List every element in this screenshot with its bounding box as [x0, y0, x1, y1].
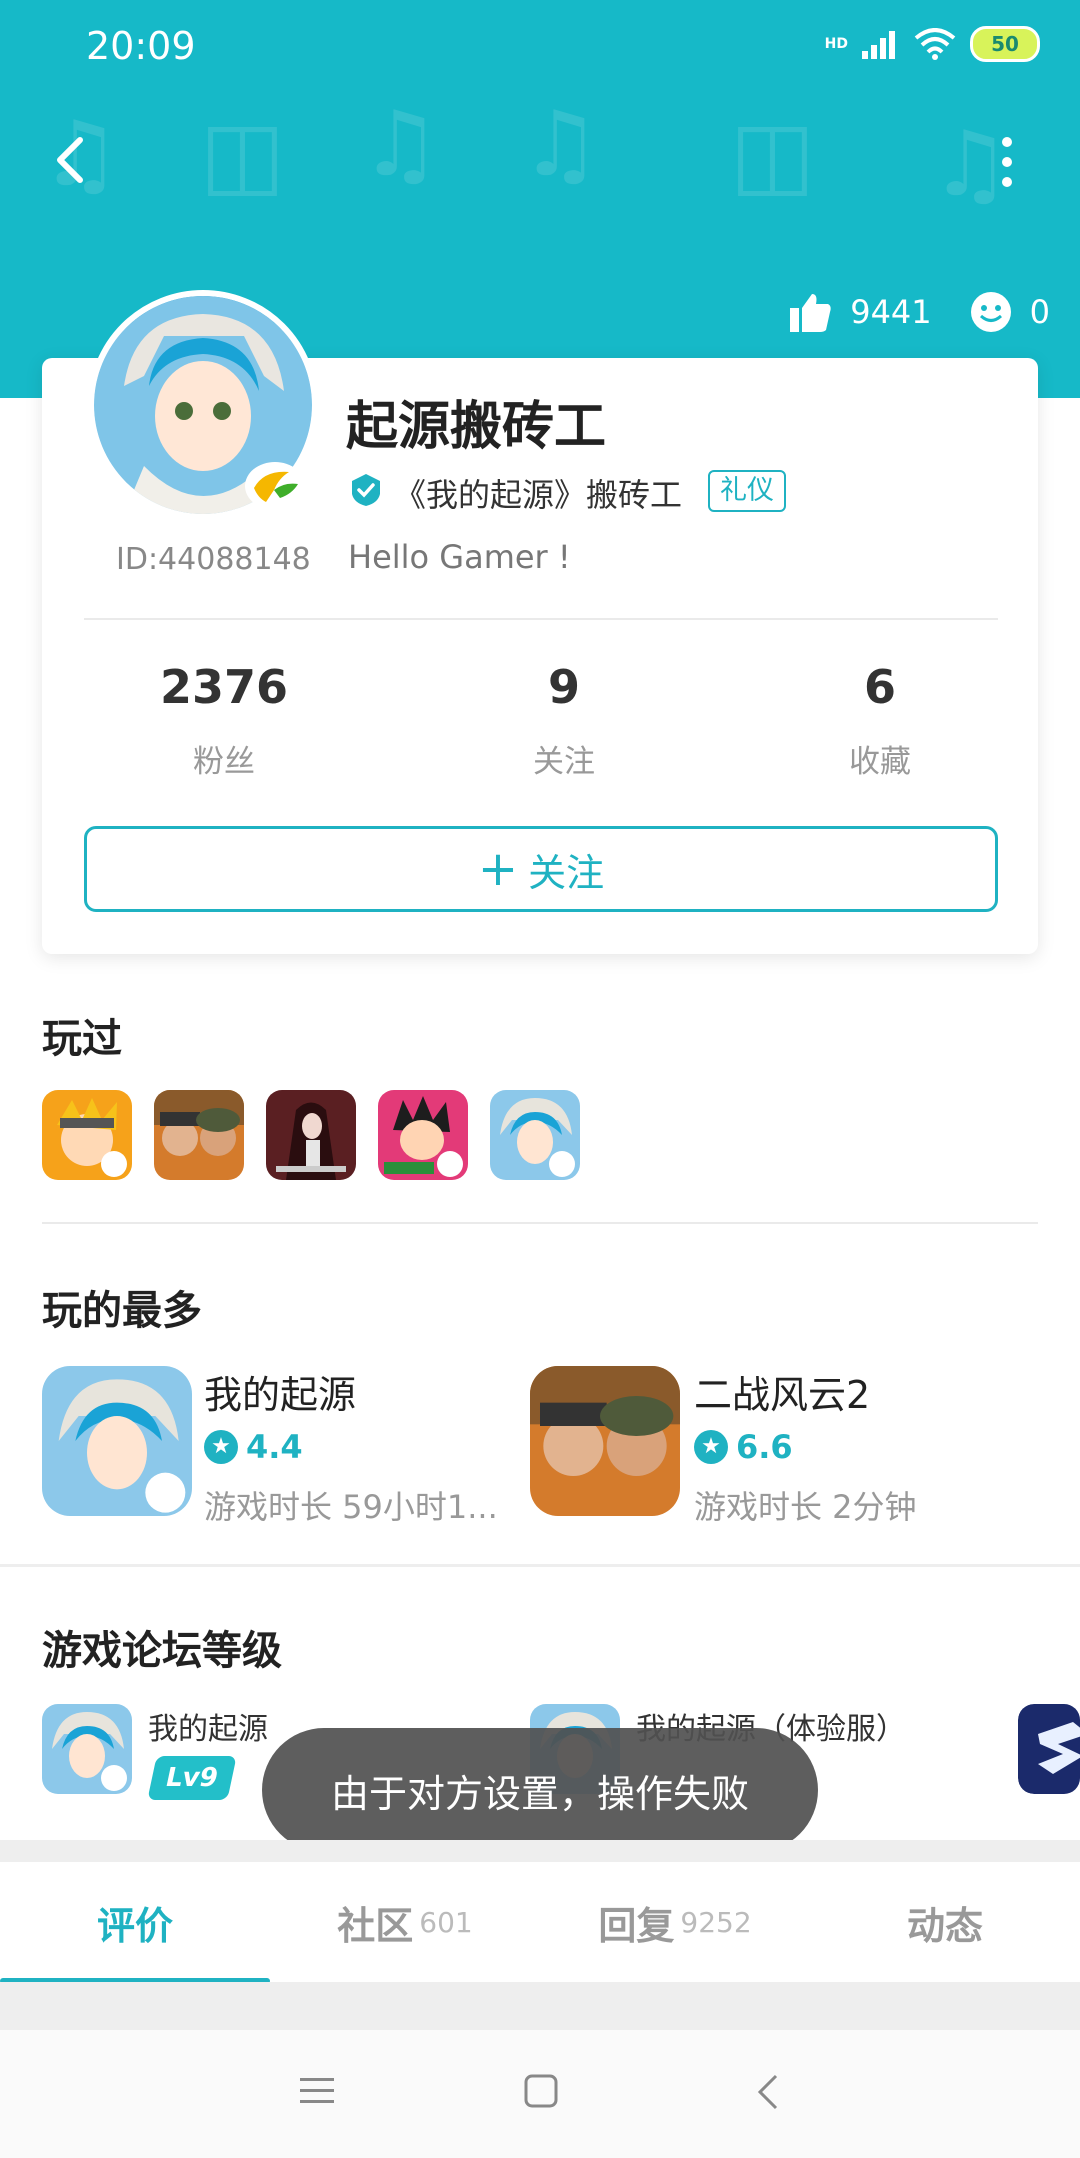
section-divider [42, 1222, 1038, 1224]
tab-count: 601 [419, 1905, 473, 1939]
system-nav-bar [0, 2030, 1080, 2158]
most-played-duration-1: 游戏时长 59小时1... [204, 1488, 498, 1526]
user-tag[interactable]: 礼仪 [708, 470, 786, 512]
more-menu-icon[interactable] [992, 132, 1022, 192]
plus-icon: + [477, 841, 519, 897]
naruto-game-icon[interactable] [42, 1090, 132, 1180]
fans-count[interactable]: 2376 [104, 660, 344, 714]
most-played-game-icon-2[interactable] [530, 1366, 680, 1516]
battery-icon: 50 [970, 26, 1040, 62]
most-played-section-title: 玩的最多 [42, 1288, 202, 1334]
tencent-badge-icon [245, 462, 305, 510]
forum-game-icon-3[interactable] [1018, 1704, 1080, 1794]
favorites-label[interactable]: 收藏 [760, 736, 1000, 781]
ww2-game-icon[interactable] [154, 1090, 244, 1180]
menu-icon[interactable] [300, 2076, 334, 2106]
rating-value: 4.4 [246, 1428, 303, 1466]
signal-icon [862, 31, 895, 59]
tab-label: 社区 [337, 1903, 414, 1948]
status-icons: HD 50 [825, 26, 1040, 62]
wifi-icon [914, 28, 956, 60]
verified-badge-icon [352, 474, 380, 506]
home-icon[interactable] [524, 2074, 558, 2108]
fans-label[interactable]: 粉丝 [104, 736, 344, 781]
most-played-rating-1: ★ 4.4 [204, 1428, 303, 1466]
tab-activity[interactable]: 动态 [810, 1862, 1080, 1982]
toast-message: 由于对方设置，操作失败 [262, 1728, 818, 1852]
tab-reviews[interactable]: 评价 [0, 1862, 270, 1982]
likes-count: 9441 [850, 293, 932, 331]
user-id: ID:44088148 [116, 542, 311, 577]
hunter-game-icon[interactable] [378, 1090, 468, 1180]
most-played-game-icon-1[interactable] [42, 1366, 192, 1516]
back-nav-icon[interactable] [756, 2074, 780, 2110]
tabs-top-separator [0, 1840, 1080, 1862]
status-time: 20:09 [86, 24, 196, 68]
most-played-duration-2: 游戏时长 2分钟 [694, 1488, 917, 1526]
most-played-game-name-1[interactable]: 我的起源 [204, 1364, 356, 1419]
forum-level-badge: Lv9 [147, 1756, 237, 1800]
follow-button[interactable]: + 关注 [84, 826, 998, 912]
tab-count: 9252 [680, 1905, 752, 1939]
section-divider [0, 1564, 1080, 1567]
gamepad-decoration: ◫ [200, 102, 286, 207]
profile-tabs: 评价 社区 601 回复 9252 动态 [0, 1862, 1080, 1982]
most-played-rating-2: ★ 6.6 [694, 1428, 793, 1466]
tab-community[interactable]: 社区 601 [270, 1862, 540, 1982]
card-divider [84, 618, 998, 620]
star-icon: ★ [694, 1430, 728, 1464]
music-note-decoration: ♫ [360, 92, 441, 197]
forum-game-icon-1[interactable] [42, 1704, 132, 1794]
tab-label: 动态 [906, 1903, 983, 1948]
following-label[interactable]: 关注 [444, 736, 684, 781]
punishing-game-icon[interactable] [266, 1090, 356, 1180]
played-section-title: 玩过 [42, 1016, 122, 1062]
smile-icon[interactable] [970, 291, 1012, 333]
forum-level-section-title: 游戏论坛等级 [42, 1628, 282, 1674]
thumbs-up-icon[interactable] [788, 290, 832, 334]
verified-title: 《我的起源》搬砖工 [394, 476, 683, 514]
hd-indicator: HD [824, 36, 848, 52]
content-placeholder [0, 1982, 1080, 2030]
tab-replies[interactable]: 回复 9252 [540, 1862, 810, 1982]
gamepad-decoration: ◫ [730, 102, 816, 207]
following-count[interactable]: 9 [444, 660, 684, 714]
star-icon: ★ [204, 1430, 238, 1464]
origin-game-icon[interactable] [490, 1090, 580, 1180]
follow-button-label: 关注 [528, 850, 605, 895]
smiles-count: 0 [1029, 293, 1050, 331]
favorites-count[interactable]: 6 [760, 660, 1000, 714]
tab-label: 回复 [598, 1903, 675, 1948]
forum-game-name-1[interactable]: 我的起源 [148, 1704, 268, 1748]
music-note-decoration: ♫ [520, 92, 601, 197]
back-arrow-icon[interactable] [44, 130, 104, 190]
header-stats: 9441 0 [788, 290, 1050, 334]
most-played-game-name-2[interactable]: 二战风云2 [694, 1364, 870, 1419]
user-bio: Hello Gamer ! [348, 538, 571, 576]
user-name: 起源搬砖工 [346, 397, 607, 457]
rating-value: 6.6 [736, 1428, 793, 1466]
tab-label: 评价 [96, 1903, 173, 1948]
